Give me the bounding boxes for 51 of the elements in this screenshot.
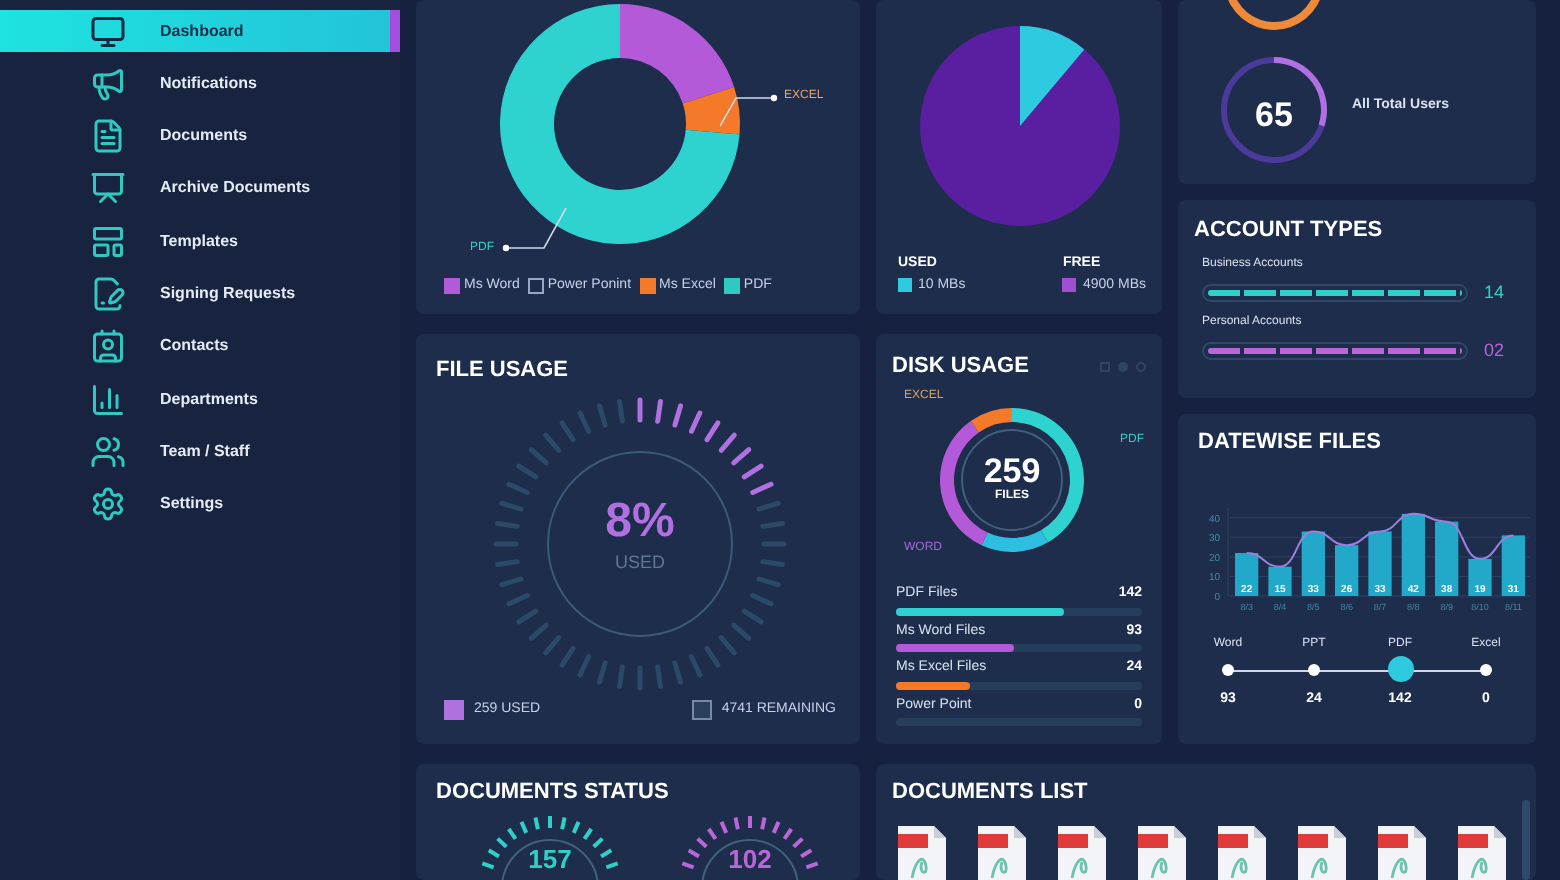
document-icon <box>90 118 126 155</box>
legend-swatch <box>444 700 464 721</box>
legend-swatch <box>527 278 544 295</box>
pdf-file-icon[interactable] <box>1056 825 1108 880</box>
legend-swatch <box>691 700 712 721</box>
type-stop[interactable] <box>1222 663 1234 675</box>
usage-caption: USED <box>614 550 665 576</box>
panel-title: FILE USAGE <box>436 356 571 386</box>
bar-chart-icon <box>90 381 126 418</box>
pdf-file-icon[interactable] <box>1456 825 1508 880</box>
pdf-file-icon[interactable] <box>1136 825 1188 880</box>
sidebar-item[interactable]: Dashboard <box>0 10 400 52</box>
monitor-icon <box>90 13 126 49</box>
signature-icon <box>90 275 126 312</box>
sidebar-item[interactable]: Templates <box>0 220 400 263</box>
type-stop[interactable] <box>1387 656 1413 682</box>
status-count: 102 <box>726 846 774 872</box>
sidebar-item[interactable]: Notifications <box>0 62 400 105</box>
panel-title: DOCUMENTS LIST <box>892 778 1090 808</box>
pdf-file-icon[interactable] <box>896 825 948 880</box>
sidebar-item[interactable]: Documents <box>0 115 400 158</box>
panel-title: DOCUMENTS STATUS <box>436 778 671 808</box>
user-count: 65 <box>1253 94 1295 138</box>
pdf-file-icon[interactable] <box>976 825 1028 880</box>
people-icon <box>90 433 126 470</box>
pdf-file-icon[interactable] <box>1216 825 1268 880</box>
sidebar-item[interactable]: Signing Requests <box>0 272 400 315</box>
usage-percent: 8% <box>605 498 675 546</box>
sidebar-item[interactable]: Settings <box>0 483 400 526</box>
sidebar-item[interactable]: Archive Documents <box>0 167 400 210</box>
status-count: 157 <box>526 846 574 872</box>
pdf-file-icon[interactable] <box>1296 825 1348 880</box>
account-count: 02 <box>1484 338 1507 364</box>
leader-line <box>720 90 780 130</box>
presentation-icon <box>90 170 126 207</box>
account-count: 14 <box>1484 279 1507 305</box>
type-stop[interactable] <box>1480 663 1492 675</box>
contact-icon <box>90 328 126 365</box>
template-icon <box>90 223 126 260</box>
leader-line <box>500 208 568 252</box>
sidebar-item[interactable]: Departments <box>0 378 400 421</box>
file-total: 259 <box>983 454 1041 488</box>
sidebar-item[interactable]: Contacts <box>0 325 400 368</box>
pdf-file-icon[interactable] <box>1376 825 1428 880</box>
sidebar-item[interactable]: Team / Staff <box>0 430 400 473</box>
panel-title: DATEWISE FILES <box>1198 428 1383 458</box>
panel-title: ACCOUNT TYPES <box>1194 216 1385 246</box>
settings-icon <box>90 486 126 523</box>
type-stop[interactable] <box>1308 663 1320 675</box>
panel-title: DISK USAGE <box>892 352 1029 382</box>
megaphone-icon <box>90 65 126 102</box>
